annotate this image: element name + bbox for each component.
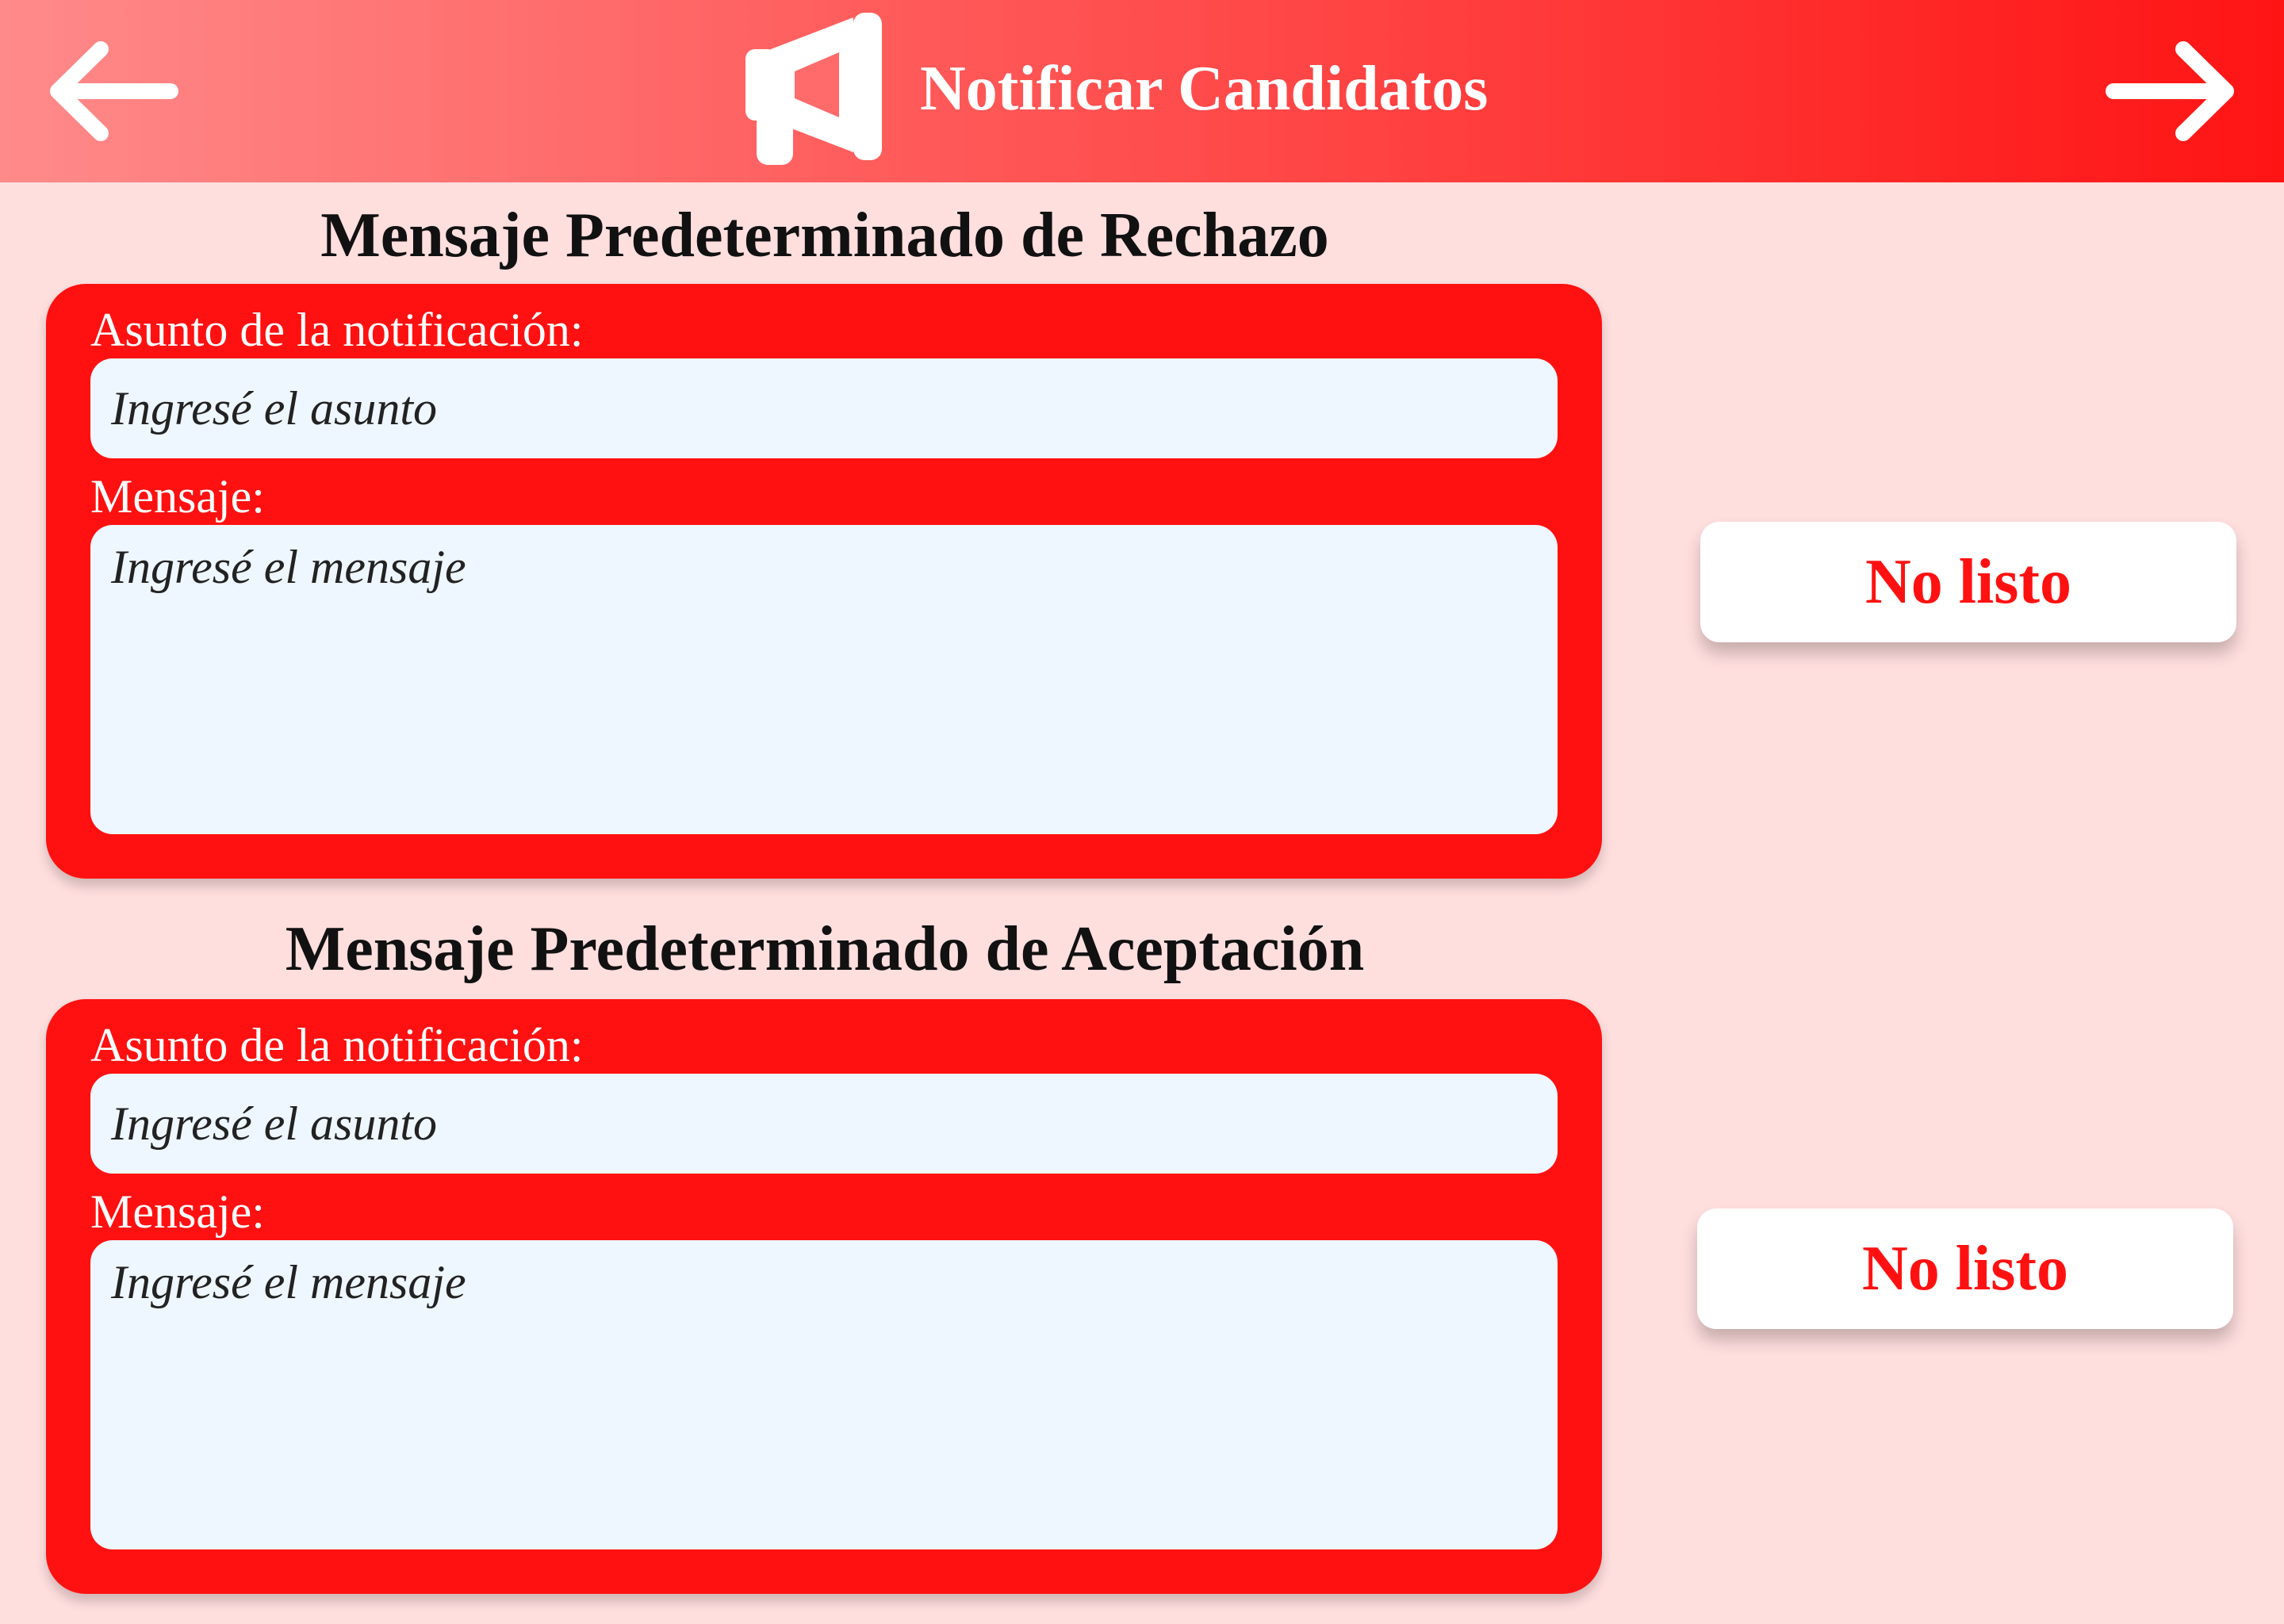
rejection-section-title: Mensaje Predeterminado de Rechazo: [320, 201, 1329, 270]
rejection-message-input[interactable]: Ingresé el mensaje: [90, 525, 1558, 834]
acceptance-section-title: Mensaje Predeterminado de Aceptación: [285, 914, 1365, 984]
rejection-status-button[interactable]: No listo: [1700, 522, 2236, 642]
acceptance-subject-label: Asunto de la notificación:: [90, 1019, 584, 1071]
rejection-message-label: Mensaje:: [90, 470, 265, 523]
acceptance-message-card: Asunto de la notificación: Ingresé el as…: [46, 999, 1602, 1594]
megaphone-icon: [745, 13, 882, 165]
rejection-message-card: Asunto de la notificación: Ingresé el as…: [46, 284, 1602, 879]
app-header: Notificar Candidatos: [0, 0, 2284, 182]
page-title: Notificar Candidatos: [920, 53, 1489, 124]
header-title-group: Notificar Candidatos: [738, 10, 1488, 168]
acceptance-message-input[interactable]: Ingresé el mensaje: [90, 1240, 1558, 1549]
acceptance-status-button[interactable]: No listo: [1697, 1208, 2233, 1329]
next-button[interactable]: [2094, 32, 2252, 151]
arrow-right-icon: [2106, 41, 2234, 141]
acceptance-message-label: Mensaje:: [90, 1185, 265, 1238]
rejection-subject-label: Asunto de la notificación:: [90, 304, 584, 356]
acceptance-subject-input[interactable]: Ingresé el asunto: [90, 1074, 1558, 1174]
back-button[interactable]: [32, 32, 190, 151]
rejection-subject-input[interactable]: Ingresé el asunto: [90, 358, 1558, 458]
arrow-left-icon: [50, 41, 178, 141]
